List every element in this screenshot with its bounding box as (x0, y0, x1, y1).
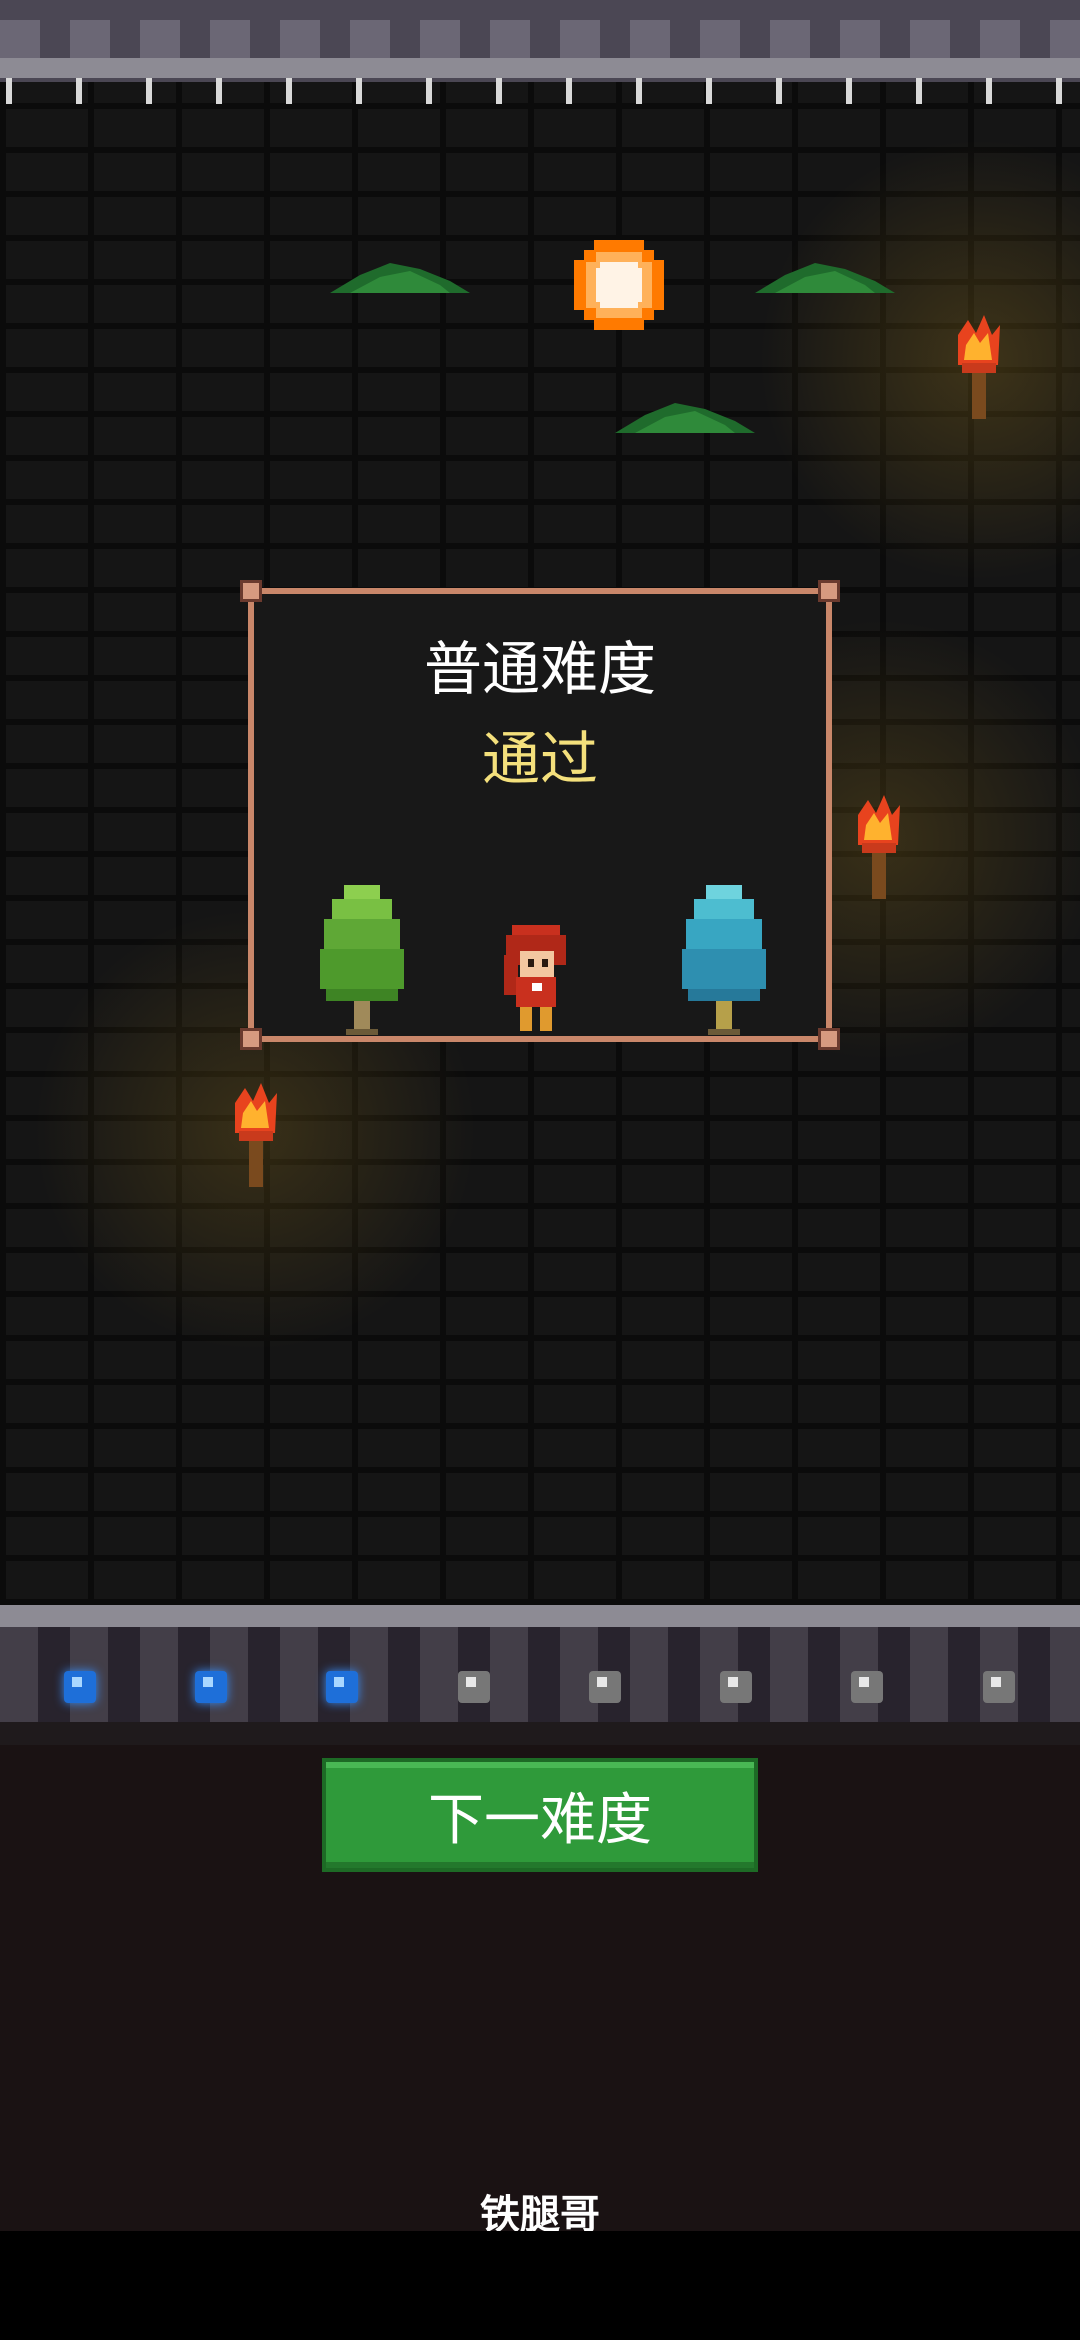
blue-tree-icon (682, 885, 766, 1035)
stone-floor (0, 1605, 1080, 1745)
frame-corner (240, 1028, 262, 1050)
progress-gem-icon (714, 1665, 758, 1709)
moss-center (615, 403, 755, 433)
progress-gem-icon (320, 1665, 364, 1709)
ceiling-spikes (0, 78, 1080, 104)
moss-right (755, 263, 895, 293)
torch-icon (958, 315, 1000, 419)
frame-corner (818, 1028, 840, 1050)
progress-gem-icon (452, 1665, 496, 1709)
progress-gem-icon (189, 1665, 233, 1709)
fireball-icon (574, 240, 664, 330)
progress-gem-icon (58, 1665, 102, 1709)
bottom-bar (0, 2231, 1080, 2340)
result-text: 通过 (481, 725, 598, 793)
hero-character-icon (504, 925, 566, 1031)
moss-left (330, 263, 470, 293)
green-tree-icon (320, 885, 404, 1035)
frame-corner (240, 580, 262, 602)
game-screen: 普通难度 通过 下一难度 铁腿哥 (0, 0, 1080, 2340)
progress-gem-icon (583, 1665, 627, 1709)
next-difficulty-button[interactable]: 下一难度 (322, 1758, 758, 1872)
torch-icon (858, 795, 900, 899)
frame-corner (818, 580, 840, 602)
torch-icon (235, 1083, 277, 1187)
progress-gem-icon (845, 1665, 889, 1709)
progress-gem-icon (977, 1665, 1021, 1709)
difficulty-title: 普通难度 (423, 635, 656, 703)
top-stone-ledge (0, 0, 1080, 82)
